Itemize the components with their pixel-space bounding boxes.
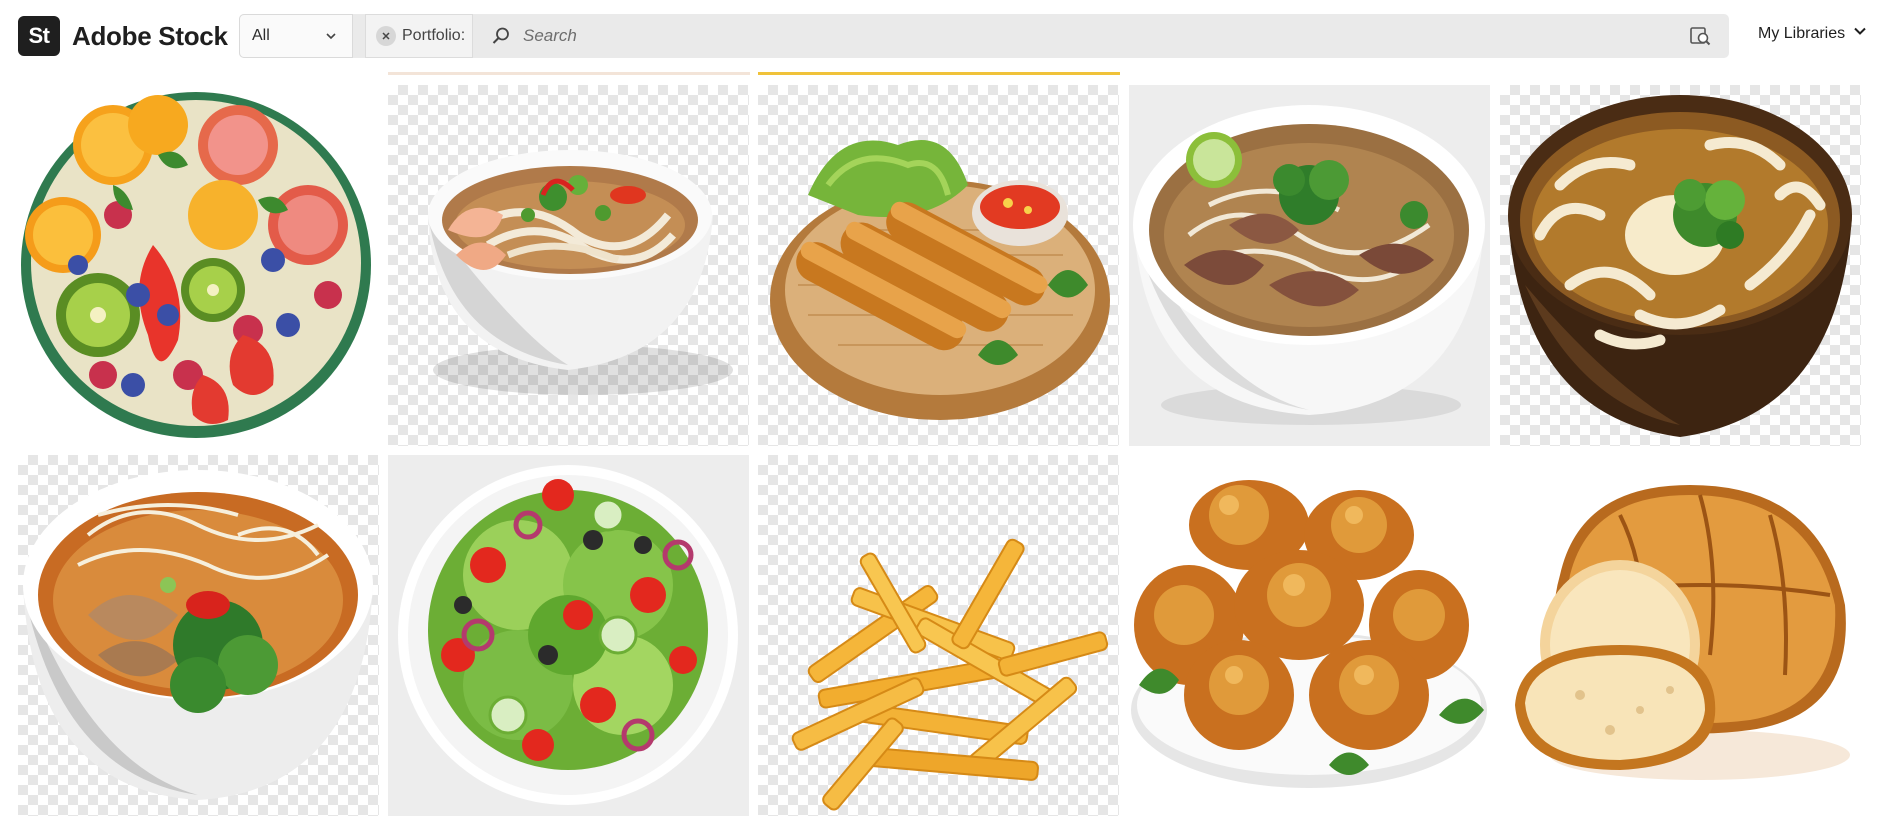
portfolio-filter-chip[interactable]: Portfolio: <box>365 14 473 58</box>
shrimp-noodle-soup-image <box>428 150 733 395</box>
chicken-noodle-soup-image <box>23 470 373 800</box>
search-icon <box>491 26 511 51</box>
french-fries-image <box>791 538 1109 811</box>
result-tile-fruit-platter[interactable] <box>18 85 379 446</box>
result-tile-spring-rolls[interactable] <box>758 85 1119 446</box>
result-tile-green-salad[interactable] <box>388 455 749 816</box>
result-tile-udon-bowl[interactable] <box>1500 85 1861 446</box>
asset-type-select[interactable]: All <box>239 14 353 58</box>
result-tile-fried-chicken[interactable] <box>1129 455 1490 816</box>
top-bar: St Adobe Stock All Portfolio: Search My … <box>0 0 1879 72</box>
adobe-stock-logo[interactable]: St Adobe Stock <box>18 16 228 56</box>
result-tile-shrimp-noodle-soup[interactable] <box>388 85 749 446</box>
result-tile-chicken-noodle-soup[interactable] <box>18 455 379 816</box>
fruit-platter-image <box>21 92 371 438</box>
bread-loaf-image <box>1515 485 1850 780</box>
asset-type-value: All <box>252 27 270 44</box>
result-tile-bread-loaf[interactable] <box>1500 455 1861 816</box>
beef-pho-image <box>1133 105 1485 425</box>
close-icon[interactable] <box>376 26 396 46</box>
spring-rolls-image <box>770 140 1110 420</box>
udon-bowl-image <box>1508 95 1852 437</box>
fried-chicken-image <box>1131 480 1487 788</box>
chevron-down-icon <box>1853 24 1867 43</box>
result-tile-beef-pho[interactable] <box>1129 85 1490 446</box>
logo-mark: St <box>18 16 60 56</box>
visual-search-icon[interactable] <box>1689 25 1711 52</box>
my-libraries-menu[interactable]: My Libraries <box>1758 24 1867 43</box>
chevron-down-icon <box>324 29 338 48</box>
search-input[interactable] <box>523 20 1623 52</box>
green-salad-image <box>398 465 738 805</box>
result-tile-french-fries[interactable] <box>758 455 1119 816</box>
my-libraries-label: My Libraries <box>1758 24 1846 42</box>
portfolio-chip-label: Portfolio: <box>402 27 466 44</box>
brand-name: Adobe Stock <box>72 20 228 51</box>
search-bar: All Portfolio: <box>239 14 1729 58</box>
